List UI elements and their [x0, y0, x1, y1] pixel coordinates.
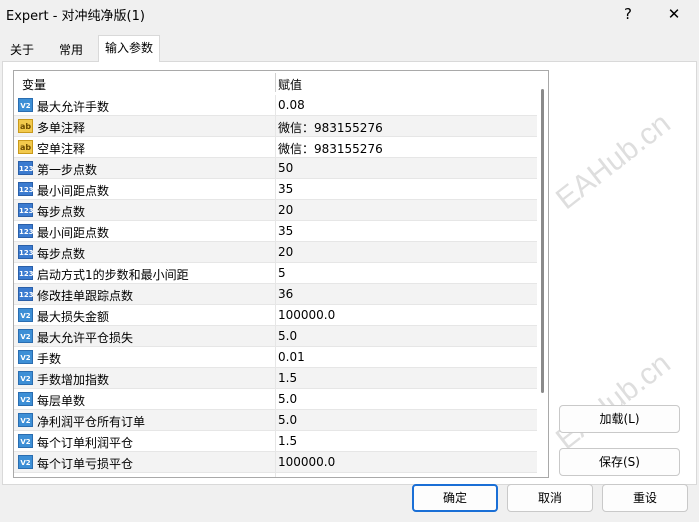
int-type-icon: 123	[18, 224, 34, 238]
parameter-name: 空单注释	[37, 142, 86, 156]
double-type-icon: V2	[18, 371, 33, 385]
double-type-icon: V2	[18, 329, 33, 343]
tab-bar: 关于 常用 输入参数	[0, 35, 699, 62]
parameter-name: 每步点数	[37, 205, 86, 219]
double-type-icon: V2	[18, 392, 33, 406]
header-value[interactable]: 赋值	[278, 76, 302, 93]
parameter-value[interactable]: 20	[278, 203, 293, 217]
parameter-name: 修改挂单跟踪点数	[37, 289, 134, 303]
save-button[interactable]: 保存(S)	[559, 448, 680, 476]
int-type-icon: 123	[18, 266, 34, 280]
parameter-name: 最大损失金额	[37, 310, 110, 324]
parameter-value[interactable]: 50	[278, 161, 293, 175]
int-type-icon: 123	[18, 161, 34, 175]
header-variable[interactable]: 变量	[22, 76, 46, 93]
title-bar: Expert - 对冲纯净版(1) ? ✕	[0, 0, 699, 28]
string-type-icon: ab	[18, 119, 33, 133]
parameter-value[interactable]: 0.01	[278, 350, 305, 364]
double-type-icon: V2	[18, 308, 33, 322]
tab-about[interactable]: 关于	[4, 37, 40, 61]
column-divider	[275, 95, 276, 477]
scrollbar-thumb[interactable]	[541, 89, 544, 393]
double-type-icon: V2	[18, 413, 33, 427]
parameter-name: 最小间距点数	[37, 226, 110, 240]
parameter-name: 每个订单亏损平仓	[37, 457, 134, 471]
tab-common[interactable]: 常用	[52, 37, 90, 61]
int-type-icon: 123	[18, 203, 34, 217]
double-type-icon: V2	[18, 455, 33, 469]
parameter-name: 净利润平仓所有订单	[37, 415, 146, 429]
parameter-value[interactable]: 100000.0	[278, 308, 335, 322]
parameter-name: 多单注释	[37, 121, 86, 135]
parameter-value[interactable]: 5.0	[278, 329, 297, 343]
parameter-name: 启动方式1的步数和最小间距	[37, 268, 189, 282]
parameter-value[interactable]: 1.5	[278, 434, 297, 448]
parameter-name: 手数增加指数	[37, 373, 110, 387]
parameter-name: 第一步点数	[37, 163, 98, 177]
parameter-value[interactable]: 20	[278, 245, 293, 259]
close-button[interactable]: ✕	[660, 3, 688, 25]
double-type-icon: V2	[18, 98, 33, 112]
parameter-value[interactable]: 35	[278, 182, 293, 196]
parameter-value[interactable]: 微信：983155276	[278, 119, 383, 136]
parameter-name: 最大允许平仓损失	[37, 331, 134, 345]
help-button[interactable]: ?	[614, 3, 642, 25]
parameter-value[interactable]: 100000.0	[278, 455, 335, 469]
load-button[interactable]: 加载(L)	[559, 405, 680, 433]
parameter-value[interactable]: 0.08	[278, 98, 305, 112]
parameter-name: 最小间距点数	[37, 184, 110, 198]
parameter-name: 每步点数	[37, 247, 86, 261]
reset-button[interactable]: 重设	[602, 484, 688, 512]
parameter-value[interactable]: 1.5	[278, 371, 297, 385]
window-title: Expert - 对冲纯净版(1)	[6, 9, 145, 24]
parameter-value[interactable]: 36	[278, 287, 293, 301]
vertical-scrollbar[interactable]	[537, 71, 548, 477]
double-type-icon: V2	[18, 350, 33, 364]
int-type-icon: 123	[18, 182, 34, 196]
parameter-value[interactable]: 35	[278, 224, 293, 238]
ok-button[interactable]: 确定	[412, 484, 498, 512]
parameters-grid[interactable]: 变量 赋值 V2 最大允许手数 0.08 ab 多单注释 微信：983155276 ab 空单…	[13, 70, 549, 478]
parameter-value[interactable]: 5.0	[278, 392, 297, 406]
parameter-value[interactable]: 5.0	[278, 413, 297, 427]
int-type-icon: 123	[18, 245, 34, 259]
grid-header: 变量 赋值	[14, 71, 548, 94]
double-type-icon: V2	[18, 434, 33, 448]
parameter-name: 最大允许手数	[37, 100, 110, 114]
tab-inputs[interactable]: 输入参数	[98, 35, 160, 62]
parameter-value[interactable]: 微信：983155276	[278, 140, 383, 157]
cancel-button[interactable]: 取消	[507, 484, 593, 512]
string-type-icon: ab	[18, 140, 33, 154]
parameter-value[interactable]: 5	[278, 266, 286, 280]
parameter-name: 每层单数	[37, 394, 86, 408]
parameter-name: 手数	[37, 352, 62, 366]
parameter-name: 每个订单利润平仓	[37, 436, 134, 450]
header-divider[interactable]	[275, 73, 276, 92]
int-type-icon: 123	[18, 287, 34, 301]
